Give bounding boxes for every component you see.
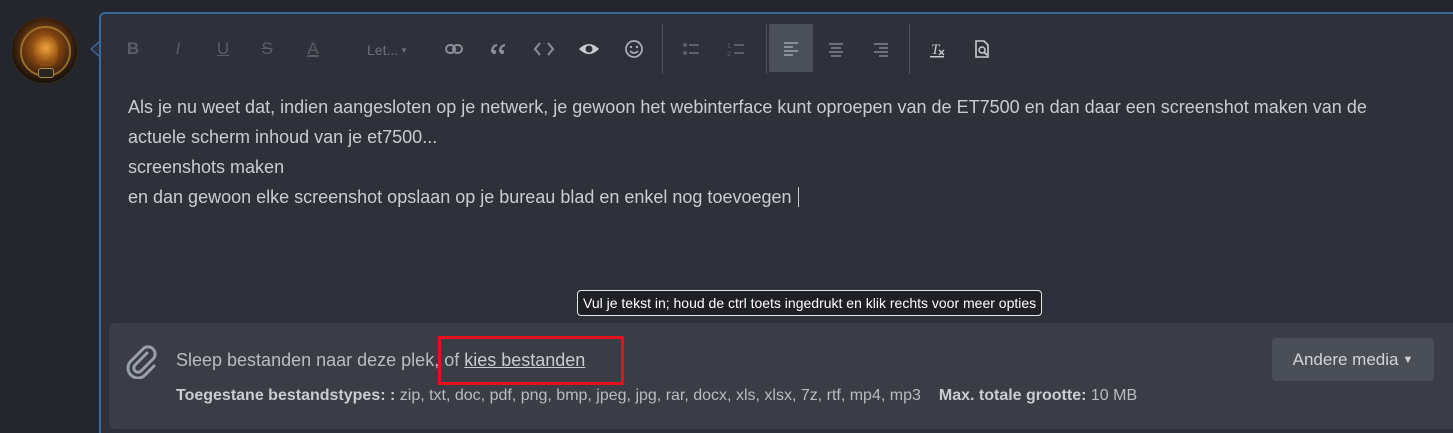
toolbar-separator <box>766 24 767 74</box>
editor-tooltip: Vul je tekst in; houd de ctrl toets inge… <box>577 290 1043 316</box>
highlight-box <box>438 336 624 385</box>
spoiler-eye-icon[interactable] <box>574 34 604 64</box>
user-avatar[interactable] <box>11 17 78 84</box>
avatar-base <box>38 68 54 78</box>
text-color-button[interactable]: A <box>298 34 328 64</box>
align-center-icon[interactable] <box>821 34 851 64</box>
align-right-icon[interactable] <box>866 34 896 64</box>
editor-toolbar: B I U S A Let... ▼ 12 T <box>101 14 1453 84</box>
clear-format-icon[interactable]: T <box>922 34 952 64</box>
italic-button[interactable]: I <box>163 34 193 64</box>
font-family-select[interactable]: Let... ▼ <box>367 42 408 58</box>
toolbar-separator <box>662 24 663 74</box>
message-editor[interactable]: B I U S A Let... ▼ 12 T Als je nu weet d… <box>99 12 1453 433</box>
strikethrough-button[interactable]: S <box>252 34 282 64</box>
toolbar-separator <box>909 24 910 74</box>
svg-text:2: 2 <box>727 51 731 58</box>
svg-text:1: 1 <box>727 43 731 50</box>
code-icon[interactable] <box>529 34 559 64</box>
underline-button[interactable]: U <box>208 34 238 64</box>
editor-content[interactable]: Als je nu weet dat, indien aangesloten o… <box>128 92 1428 212</box>
content-line: actuele scherm inhoud van je et7500... <box>128 127 438 147</box>
link-icon[interactable] <box>439 34 469 64</box>
align-left-icon[interactable] <box>769 24 813 72</box>
paperclip-icon <box>123 341 159 380</box>
preview-icon[interactable] <box>967 34 997 64</box>
quote-icon[interactable] <box>484 34 514 64</box>
bold-button[interactable]: B <box>118 34 148 64</box>
allowed-types: Toegestane bestandstypes: : zip, txt, do… <box>176 387 1138 404</box>
content-line: en dan gewoon elke screenshot opslaan op… <box>128 182 1428 212</box>
numbered-list-icon[interactable]: 12 <box>721 34 751 64</box>
smiley-icon[interactable] <box>619 34 649 64</box>
other-media-button[interactable]: Andere media ▼ <box>1272 338 1434 381</box>
content-line: screenshots maken <box>128 157 285 177</box>
attachment-dropzone[interactable]: Sleep bestanden naar deze plek, of kies … <box>109 323 1453 429</box>
content-line: Als je nu weet dat, indien aangesloten o… <box>128 97 1367 117</box>
bullet-list-icon[interactable] <box>676 34 706 64</box>
chevron-down-icon: ▼ <box>1402 353 1414 366</box>
avatar-emblem <box>34 36 58 66</box>
text-cursor <box>797 187 799 207</box>
